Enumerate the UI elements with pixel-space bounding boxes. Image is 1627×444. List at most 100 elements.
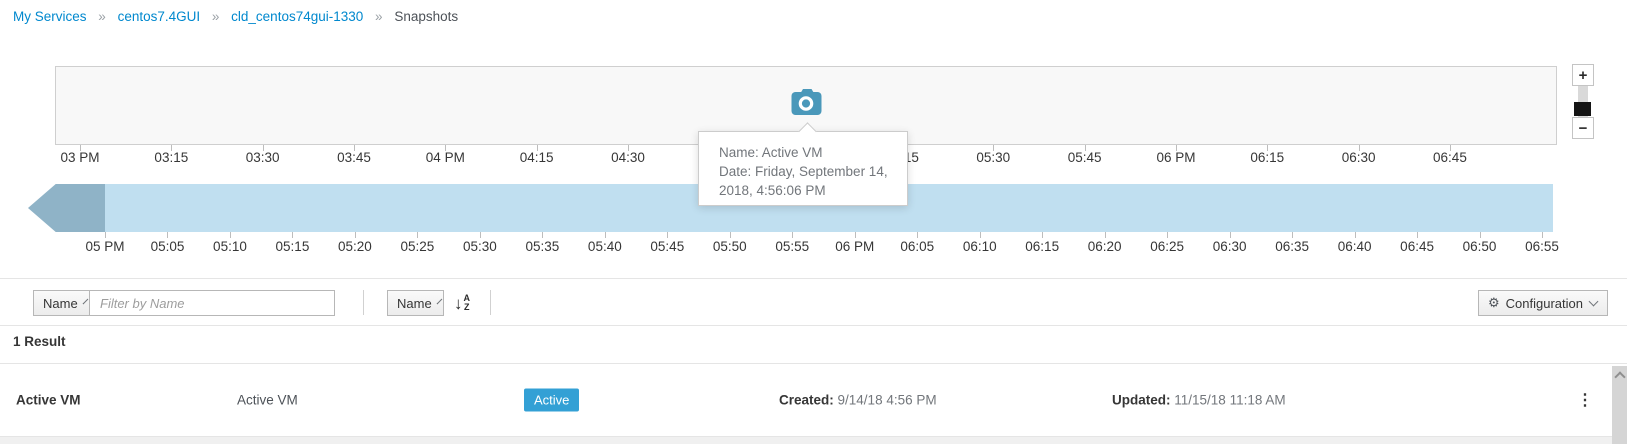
- snapshot-updated: Updated: 11/15/18 11:18 AM: [1112, 393, 1286, 408]
- gear-icon: ⚙: [1488, 295, 1500, 311]
- results-divider: [0, 325, 1627, 326]
- bottom-axis-label: 06 PM: [835, 239, 874, 254]
- bottom-axis-label: 05:45: [650, 239, 684, 254]
- bottom-axis-tick: [792, 232, 793, 238]
- bottom-axis-label: 06:40: [1338, 239, 1372, 254]
- kebab-menu-button[interactable]: ⋮: [1575, 390, 1595, 410]
- page-background-strip: [0, 437, 1627, 444]
- top-axis-label: 04:15: [520, 150, 554, 165]
- bottom-axis-tick: [605, 232, 606, 238]
- bottom-axis-label: 05:20: [338, 239, 372, 254]
- top-axis-label: 03 PM: [60, 150, 99, 165]
- zoom-in-button[interactable]: +: [1572, 64, 1594, 86]
- vertical-scrollbar[interactable]: [1612, 366, 1627, 444]
- sort-direction-button[interactable]: ↓ A Z: [448, 291, 476, 315]
- configuration-button-label: Configuration: [1506, 296, 1583, 311]
- tooltip-date: Date: Friday, September 14, 2018, 4:56:0…: [719, 162, 895, 200]
- breadcrumb-separator: »: [98, 9, 106, 24]
- snapshot-tooltip: Name: Active VM Date: Friday, September …: [698, 131, 908, 206]
- timeline-drag-handle[interactable]: [28, 184, 105, 232]
- bottom-axis-label: 06:15: [1025, 239, 1059, 254]
- bottom-axis-tick: [730, 232, 731, 238]
- bottom-axis-tick: [292, 232, 293, 238]
- bottom-axis-label: 06:35: [1275, 239, 1309, 254]
- bottom-axis-tick: [1480, 232, 1481, 238]
- bottom-axis-tick: [167, 232, 168, 238]
- bottom-axis-tick: [1105, 232, 1106, 238]
- chevron-down-icon: [436, 298, 442, 304]
- breadcrumb-my-services[interactable]: My Services: [13, 9, 87, 24]
- chevron-down-icon: [82, 298, 88, 304]
- bottom-axis-tick: [855, 232, 856, 238]
- bottom-axis-label: 05:30: [463, 239, 497, 254]
- filter-by-name-input[interactable]: [89, 290, 335, 316]
- bottom-axis-tick: [667, 232, 668, 238]
- tooltip-name: Name: Active VM: [719, 143, 895, 162]
- bottom-axis-label: 06:10: [963, 239, 997, 254]
- table-row[interactable]: Active VM Active VM Active Created: 9/14…: [0, 364, 1612, 436]
- zoom-slider-handle[interactable]: [1574, 102, 1591, 116]
- top-axis-label: 06 PM: [1156, 150, 1195, 165]
- top-axis-label: 04:30: [611, 150, 645, 165]
- top-axis-label: 05:30: [976, 150, 1010, 165]
- bottom-axis-label: 06:50: [1463, 239, 1497, 254]
- breadcrumb-separator: »: [375, 9, 383, 24]
- zoom-out-button[interactable]: −: [1572, 117, 1594, 139]
- top-axis-label: 03:45: [337, 150, 371, 165]
- bottom-axis-tick: [355, 232, 356, 238]
- top-axis-label: 03:30: [246, 150, 280, 165]
- configuration-button[interactable]: ⚙ Configuration: [1478, 290, 1608, 316]
- bottom-axis-tick: [1167, 232, 1168, 238]
- bottom-axis-tick: [542, 232, 543, 238]
- top-axis-label: 03:15: [154, 150, 188, 165]
- result-count: 1 Result: [13, 334, 66, 349]
- breadcrumb-service[interactable]: centos7.4GUI: [118, 9, 201, 24]
- bottom-axis-label: 05:50: [713, 239, 747, 254]
- toolbar-divider: [363, 290, 364, 315]
- camera-icon[interactable]: [790, 87, 823, 117]
- top-axis-label: 06:45: [1433, 150, 1467, 165]
- bottom-axis-tick: [480, 232, 481, 238]
- bottom-axis-label: 05 PM: [85, 239, 124, 254]
- bottom-axis-label: 06:30: [1213, 239, 1247, 254]
- sort-alpha-asc-icon: ↓: [454, 295, 463, 312]
- bottom-axis-tick: [1292, 232, 1293, 238]
- bottom-axis-label: 05:25: [400, 239, 434, 254]
- bottom-axis-tick: [1230, 232, 1231, 238]
- breadcrumb-vm[interactable]: cld_centos74gui-1330: [231, 9, 363, 24]
- bottom-axis-label: 06:20: [1088, 239, 1122, 254]
- bottom-axis-label: 06:25: [1150, 239, 1184, 254]
- bottom-axis-label: 05:35: [525, 239, 559, 254]
- sort-field-dropdown[interactable]: Name: [387, 290, 444, 316]
- breadcrumb: My Services » centos7.4GUI » cld_centos7…: [13, 9, 458, 24]
- breadcrumb-current-page: Snapshots: [394, 9, 458, 24]
- snapshot-created: Created: 9/14/18 4:56 PM: [779, 393, 937, 408]
- filter-field-dropdown[interactable]: Name: [33, 290, 90, 316]
- top-axis-label: 06:15: [1250, 150, 1284, 165]
- bottom-axis-tick: [1417, 232, 1418, 238]
- sort-field-dropdown-label: Name: [397, 296, 432, 311]
- snapshot-description: Active VM: [237, 393, 298, 408]
- top-axis-label: 05:45: [1068, 150, 1102, 165]
- top-axis-label: 04 PM: [426, 150, 465, 165]
- bottom-axis-tick: [1042, 232, 1043, 238]
- chevron-down-icon: [1589, 296, 1599, 306]
- status-badge: Active: [524, 389, 579, 412]
- bottom-axis-label: 06:45: [1400, 239, 1434, 254]
- top-axis-label: 06:30: [1342, 150, 1376, 165]
- bottom-axis-label: 05:15: [276, 239, 310, 254]
- bottom-axis-label: 05:40: [588, 239, 622, 254]
- toolbar-divider: [490, 290, 491, 315]
- bottom-axis-label: 05:05: [151, 239, 185, 254]
- sort-alpha-letters: A Z: [464, 294, 471, 313]
- breadcrumb-separator: »: [212, 9, 220, 24]
- bottom-axis-label: 05:10: [213, 239, 247, 254]
- filter-field-dropdown-label: Name: [43, 296, 78, 311]
- scroll-up-icon: [1614, 371, 1625, 382]
- bottom-axis-tick: [105, 232, 106, 238]
- bottom-axis-label: 05:55: [775, 239, 809, 254]
- bottom-axis-label: 06:05: [900, 239, 934, 254]
- toolbar-top-divider: [0, 278, 1627, 279]
- bottom-axis-tick: [417, 232, 418, 238]
- bottom-axis-tick: [980, 232, 981, 238]
